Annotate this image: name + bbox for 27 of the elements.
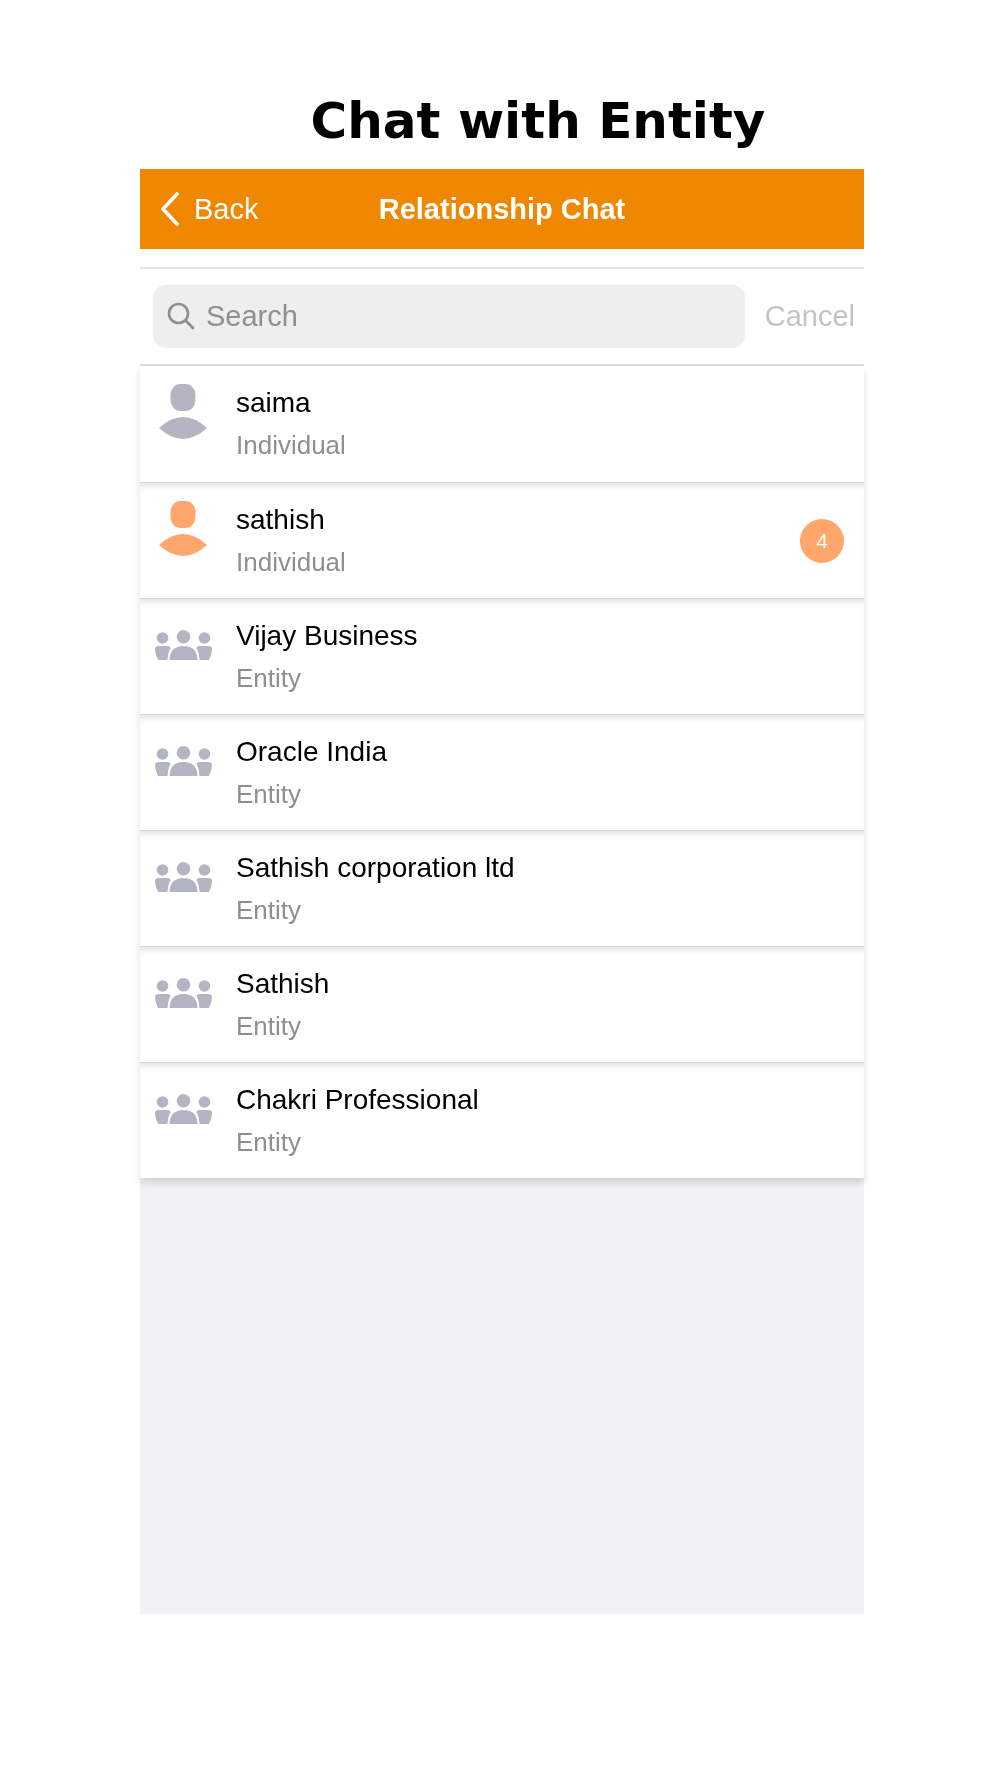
contact-name: Sathish xyxy=(236,966,330,1001)
chevron-left-icon xyxy=(160,192,179,226)
unread-count: 4 xyxy=(800,518,844,563)
contact-name: Oracle India xyxy=(236,734,387,769)
page-title: Chat with Entity xyxy=(310,92,766,150)
chat-row[interactable]: Sathish corporation ltd Entity xyxy=(140,830,864,946)
contact-name: saima xyxy=(236,386,311,420)
chat-row[interactable]: saima Individual xyxy=(140,366,864,482)
chat-row[interactable]: Oracle India Entity xyxy=(140,714,864,830)
contact-name: sathish xyxy=(236,502,325,537)
nav-title: Relationship Chat xyxy=(378,192,626,226)
contact-type: Individual xyxy=(236,429,346,462)
chat-row[interactable]: Vijay Business Entity xyxy=(140,598,864,714)
contact-name: Vijay Business xyxy=(236,618,418,653)
contact-name: Chakri Professional xyxy=(236,1082,479,1117)
contact-type: Entity xyxy=(236,1009,302,1043)
contact-type: Entity xyxy=(236,1125,302,1159)
chat-row[interactable]: Chakri Professional Entity xyxy=(140,1062,864,1178)
contact-type: Entity xyxy=(236,893,302,927)
search-icon xyxy=(167,302,195,330)
chat-row[interactable]: sathish Individual 4 xyxy=(140,482,864,598)
chat-row[interactable]: Sathish Entity xyxy=(140,946,864,1062)
search-field[interactable]: Search xyxy=(153,285,745,348)
contact-type: Entity xyxy=(236,777,302,811)
contact-type: Individual xyxy=(236,545,346,579)
contact-type: Entity xyxy=(236,661,302,695)
contact-name: Sathish corporation ltd xyxy=(236,850,515,885)
